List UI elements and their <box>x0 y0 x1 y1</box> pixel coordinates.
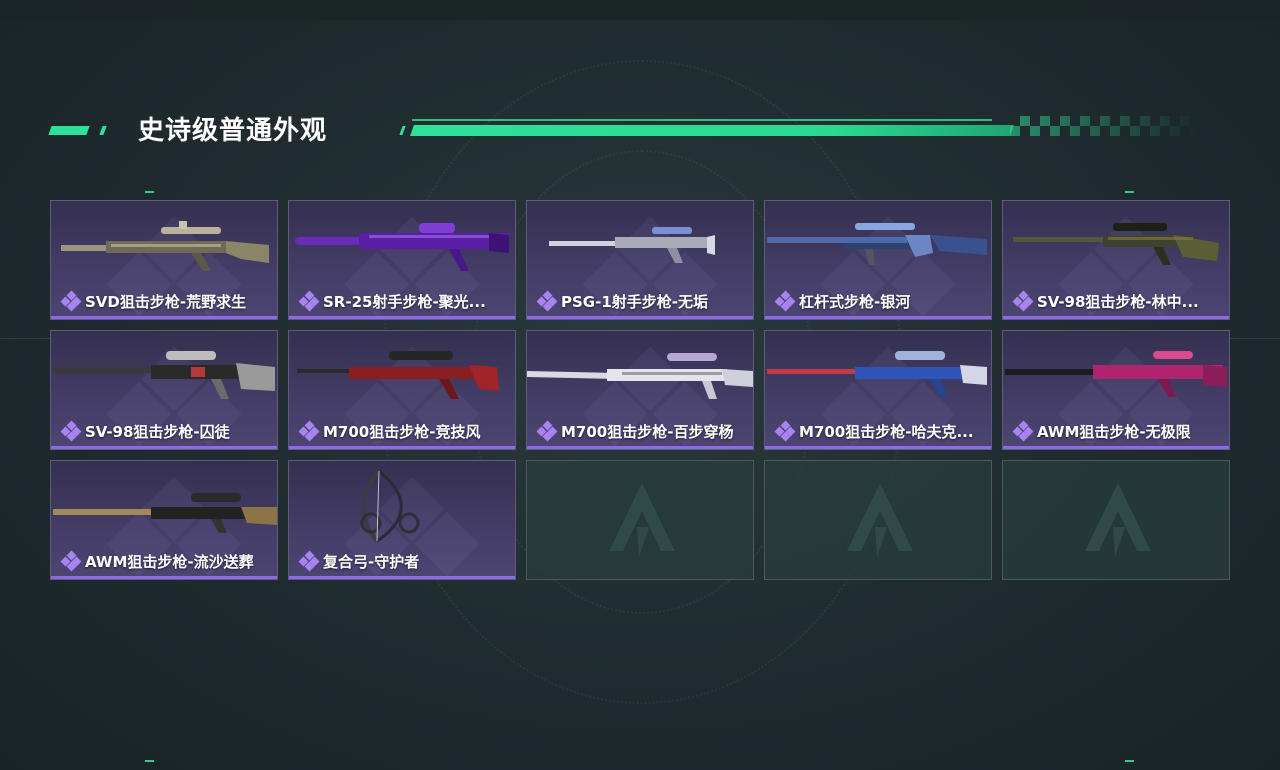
skin-name: AWM狙击步枪-流沙送葬 <box>85 552 254 571</box>
header-accent-bar <box>48 126 90 135</box>
top-bar <box>0 0 1280 20</box>
white-sniper-rifle-icon <box>527 343 753 405</box>
rarity-diamond-icon <box>1012 290 1034 312</box>
skin-card[interactable]: SV-98狙击步枪-囚徒 <box>50 330 278 450</box>
rarity-diamond-icon <box>60 290 82 312</box>
section-title: 史诗级普通外观 <box>138 116 328 146</box>
skin-label: M700狙击步枪-竞技风 <box>298 420 481 442</box>
rarity-diamond-icon <box>1012 420 1034 442</box>
skin-grid: SVD狙击步枪-荒野求生 SR-25射手步枪-聚光... PSG-1射手步枪-无… <box>50 200 1230 580</box>
skin-card[interactable]: AWM狙击步枪-流沙送葬 <box>50 460 278 580</box>
white-marksman-rifle-icon <box>527 213 753 275</box>
skin-name: M700狙击步枪-哈夫克... <box>799 422 974 441</box>
skin-name: 杠杆式步枪-银河 <box>799 292 911 311</box>
game-logo-icon <box>847 483 913 557</box>
camo-sniper-rifle-icon <box>51 213 277 275</box>
skin-name: SVD狙击步枪-荒野求生 <box>85 292 247 311</box>
skin-label: PSG-1射手步枪-无垢 <box>536 290 708 312</box>
section-header: 史诗级普通外观 <box>48 108 1200 148</box>
skin-name: M700狙击步枪-百步穿杨 <box>561 422 734 441</box>
skin-name: 复合弓-守护者 <box>323 552 420 571</box>
skin-card[interactable]: SV-98狙击步枪-林中... <box>1002 200 1230 320</box>
header-checker-pattern <box>1010 116 1200 136</box>
skin-label: 杠杆式步枪-银河 <box>774 290 911 312</box>
skin-card[interactable]: M700狙击步枪-百步穿杨 <box>526 330 754 450</box>
skin-card[interactable]: SR-25射手步枪-聚光... <box>288 200 516 320</box>
skin-label: SV-98狙击步枪-囚徒 <box>60 420 230 442</box>
side-line-left <box>0 338 50 339</box>
sand-sniper-rifle-icon <box>51 473 277 535</box>
rarity-diamond-icon <box>774 420 796 442</box>
blue-sniper-rifle-icon <box>765 343 991 405</box>
skin-card[interactable]: AWM狙击步枪-无极限 <box>1002 330 1230 450</box>
skin-card[interactable]: 杠杆式步枪-银河 <box>764 200 992 320</box>
skin-label: AWM狙击步枪-无极限 <box>1012 420 1191 442</box>
skin-label: M700狙击步枪-哈夫克... <box>774 420 974 442</box>
skin-name: PSG-1射手步枪-无垢 <box>561 292 708 311</box>
skin-card[interactable]: 复合弓-守护者 <box>288 460 516 580</box>
skin-card[interactable]: M700狙击步枪-竞技风 <box>288 330 516 450</box>
purple-marksman-rifle-icon <box>289 213 515 275</box>
prisoner-sniper-rifle-icon <box>51 343 277 405</box>
galaxy-lever-rifle-icon <box>765 213 991 275</box>
corner-tick <box>145 191 154 193</box>
skin-name: SR-25射手步枪-聚光... <box>323 292 486 311</box>
skin-label: 复合弓-守护者 <box>298 550 420 572</box>
skin-label: AWM狙击步枪-流沙送葬 <box>60 550 254 572</box>
corner-tick <box>1125 191 1134 193</box>
skin-card[interactable]: SVD狙击步枪-荒野求生 <box>50 200 278 320</box>
skin-label: SV-98狙击步枪-林中... <box>1012 290 1199 312</box>
rarity-diamond-icon <box>536 420 558 442</box>
rarity-diamond-icon <box>298 420 320 442</box>
rarity-diamond-icon <box>60 550 82 572</box>
compound-bow-icon <box>289 465 515 545</box>
header-accent-bar <box>99 126 107 135</box>
rarity-diamond-icon <box>774 290 796 312</box>
red-sniper-rifle-icon <box>289 343 515 405</box>
pink-sniper-rifle-icon <box>1003 343 1229 405</box>
header-accent-bar <box>399 126 406 135</box>
empty-slot <box>764 460 992 580</box>
skin-name: M700狙击步枪-竞技风 <box>323 422 481 441</box>
game-logo-icon <box>609 483 675 557</box>
corner-tick <box>1125 760 1134 762</box>
header-thin-line <box>412 119 992 121</box>
forest-sniper-rifle-icon <box>1003 213 1229 275</box>
rarity-diamond-icon <box>298 290 320 312</box>
game-logo-icon <box>1085 483 1151 557</box>
skin-name: SV-98狙击步枪-囚徒 <box>85 422 230 441</box>
skin-label: SVD狙击步枪-荒野求生 <box>60 290 247 312</box>
header-progress-bar <box>409 125 1015 136</box>
skin-label: M700狙击步枪-百步穿杨 <box>536 420 734 442</box>
rarity-diamond-icon <box>60 420 82 442</box>
skin-name: SV-98狙击步枪-林中... <box>1037 292 1199 311</box>
corner-tick <box>145 760 154 762</box>
empty-slot <box>526 460 754 580</box>
empty-slot <box>1002 460 1230 580</box>
skin-label: SR-25射手步枪-聚光... <box>298 290 486 312</box>
skin-card[interactable]: PSG-1射手步枪-无垢 <box>526 200 754 320</box>
rarity-diamond-icon <box>536 290 558 312</box>
rarity-diamond-icon <box>298 550 320 572</box>
side-line-right <box>1230 338 1280 339</box>
skin-card[interactable]: M700狙击步枪-哈夫克... <box>764 330 992 450</box>
skin-name: AWM狙击步枪-无极限 <box>1037 422 1191 441</box>
